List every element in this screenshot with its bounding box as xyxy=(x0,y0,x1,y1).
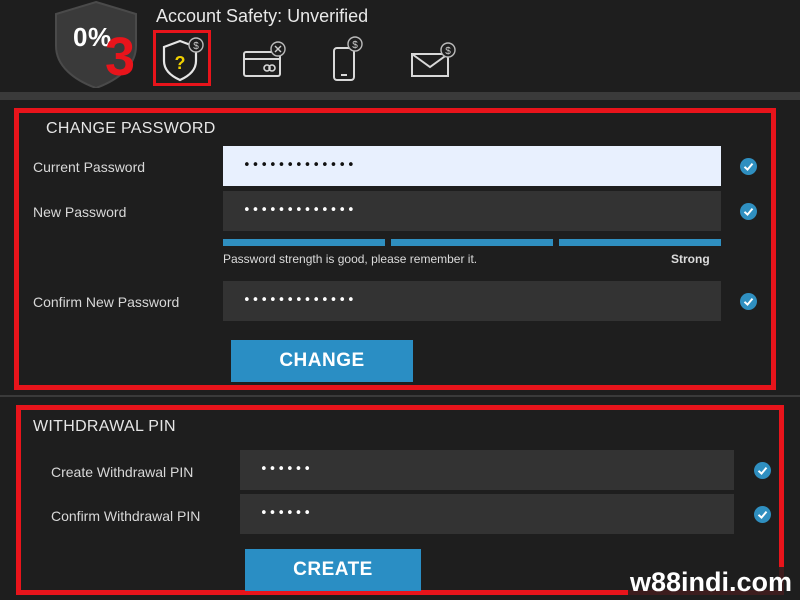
confirm-password-label: Confirm New Password xyxy=(33,294,180,310)
current-password-input[interactable]: ••••••••••••• xyxy=(223,146,721,186)
phone-verify-tab[interactable]: $ xyxy=(328,30,378,86)
watermark: w88indi.com xyxy=(627,567,794,598)
change-password-section: CHANGE PASSWORD Current Password •••••••… xyxy=(14,108,776,390)
check-icon xyxy=(754,506,771,523)
account-safety-title: Account Safety: Unverified xyxy=(156,6,369,26)
new-password-label: New Password xyxy=(33,204,127,220)
confirm-pin-input[interactable]: •••••• xyxy=(240,494,734,534)
confirm-pin-label: Confirm Withdrawal PIN xyxy=(51,508,201,524)
check-icon xyxy=(754,462,771,479)
account-safety-header: 0% 3 Account Safety: Unverified ? $ $ $ xyxy=(0,0,800,92)
email-verify-tab[interactable]: $ xyxy=(408,30,458,86)
phone-icon: $ xyxy=(333,36,363,81)
strength-bar-segment-3 xyxy=(559,239,721,246)
shield-question-icon: ? $ xyxy=(162,37,204,82)
step-number-annotation: 3 xyxy=(105,27,136,87)
create-pin-label: Create Withdrawal PIN xyxy=(51,464,194,480)
svg-text:?: ? xyxy=(175,53,186,73)
svg-text:$: $ xyxy=(193,41,199,52)
create-pin-button[interactable]: CREATE xyxy=(245,549,421,591)
header-divider xyxy=(0,92,800,100)
mail-icon: $ xyxy=(411,42,456,77)
strength-bar-segment-2 xyxy=(391,239,553,246)
section-title: WITHDRAWAL PIN xyxy=(33,418,176,435)
current-password-label: Current Password xyxy=(33,159,146,175)
check-icon xyxy=(740,158,757,175)
check-icon xyxy=(740,203,757,220)
create-pin-input[interactable]: •••••• xyxy=(240,450,734,490)
strength-bar-segment-1 xyxy=(223,239,385,246)
bank-card-tab[interactable] xyxy=(240,30,290,86)
svg-text:$: $ xyxy=(445,46,451,57)
new-password-input[interactable]: ••••••••••••• xyxy=(223,191,721,231)
strength-level: Strong xyxy=(671,252,710,266)
section-title: CHANGE PASSWORD xyxy=(46,120,216,137)
card-icon xyxy=(243,41,286,77)
check-icon xyxy=(740,293,757,310)
section-divider xyxy=(0,395,800,397)
security-question-tab[interactable]: ? $ xyxy=(153,30,211,86)
strength-message: Password strength is good, please rememb… xyxy=(223,252,478,266)
svg-text:$: $ xyxy=(352,40,358,51)
confirm-password-input[interactable]: ••••••••••••• xyxy=(223,281,721,321)
change-password-button[interactable]: CHANGE xyxy=(231,340,413,382)
